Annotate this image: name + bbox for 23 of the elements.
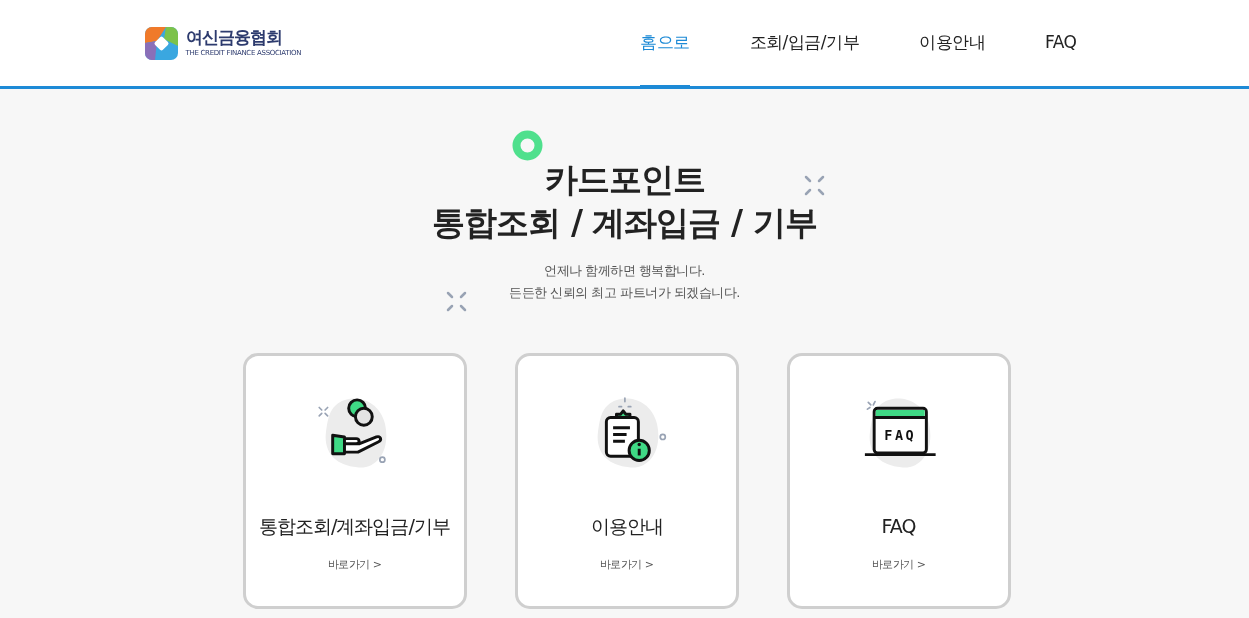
hero-subtitle: 든든한 신뢰의 최고 파트너가 되겠습니다. [509,284,740,302]
ring-icon [512,130,543,161]
menu-card[interactable]: 이용안내 바로가기 > [514,353,739,609]
shortcut-link[interactable]: 바로가기 > [871,556,926,573]
logo-text: 여신금융협회 [185,29,283,46]
nav-link[interactable]: 홈으로 [640,1,690,88]
hero-title: 카드포인트 [544,159,705,201]
shortcut-link[interactable]: 바로가기 > [599,556,654,573]
sparkle-icon [446,291,467,312]
nav-link[interactable]: 이용안내 [919,1,986,88]
card-title: 이용안내 [590,514,663,539]
card-title: 통합조회/계좌입금/기부 [259,514,450,539]
sparkle-icon [804,175,825,196]
hero-title: 통합조회 / 계좌입금 / 기부 [432,202,817,244]
logo-icon [144,26,178,60]
menu-card[interactable]: FAQ FAQ 바로가기 > [786,353,1011,609]
nav-link[interactable]: FAQ [1045,1,1077,88]
shortcut-link[interactable]: 바로가기 > [327,556,382,573]
nav-link[interactable]: 조회/입금/기부 [749,1,860,88]
menu-card[interactable]: 통합조회/계좌입금/기부 바로가기 > [242,353,467,609]
card-title: FAQ [881,514,916,539]
faq-label: FAQ [883,427,916,444]
hero-subtitle: 언제나 함께하면 행복합니다. [544,262,705,280]
